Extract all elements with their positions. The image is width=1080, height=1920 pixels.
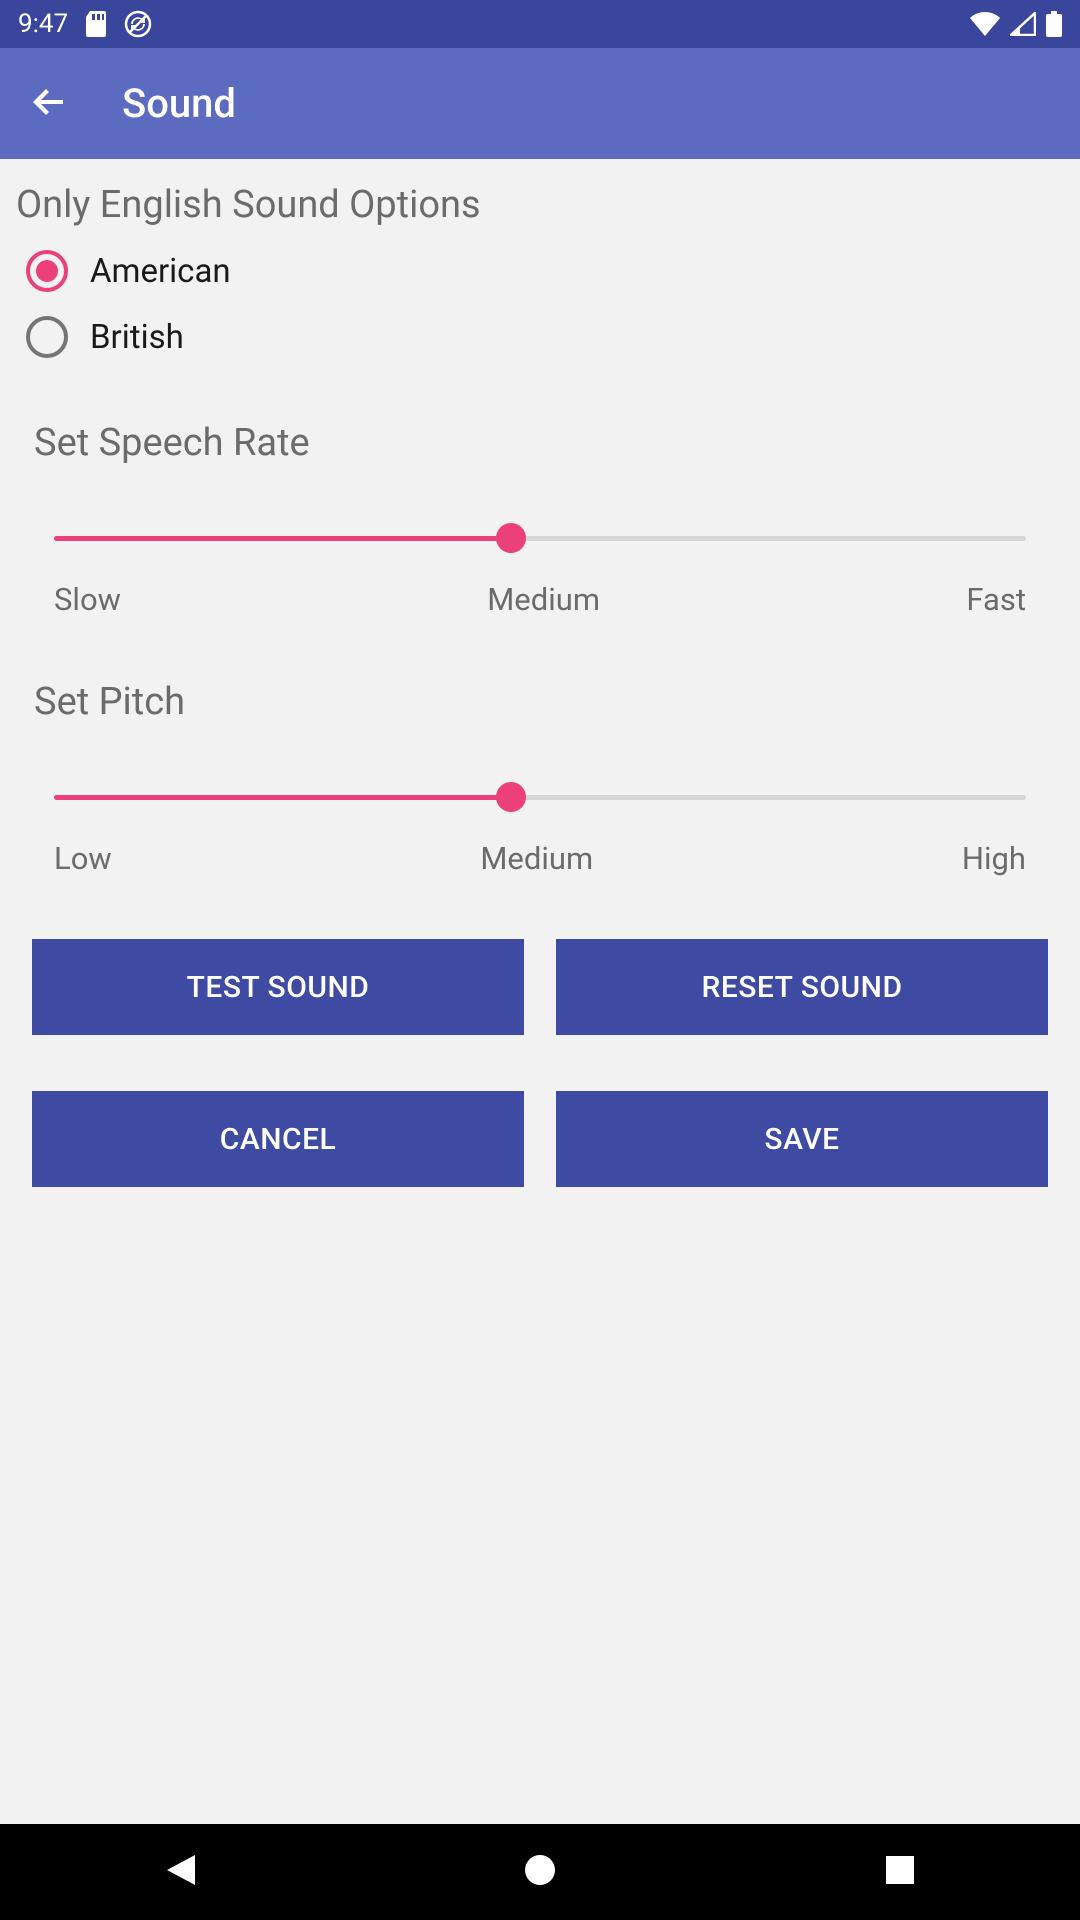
speech-rate-heading: Set Speech Rate [34, 421, 1064, 465]
slider-label-mid: Medium [480, 840, 593, 877]
square-recent-icon [885, 1855, 915, 1889]
status-time: 9:47 [18, 9, 68, 39]
button-grid: TEST SOUND RESET SOUND [16, 939, 1064, 1035]
nav-recent-button[interactable] [876, 1848, 924, 1896]
app-bar: Sound [0, 48, 1080, 159]
slider-fill [54, 536, 511, 541]
pitch-slider-block: Low Medium High [16, 782, 1064, 877]
content: Only English Sound Options American Brit… [0, 159, 1080, 1187]
arrow-left-icon [29, 82, 69, 126]
pitch-slider[interactable] [54, 782, 1026, 812]
cancel-button[interactable]: CANCEL [32, 1091, 524, 1187]
cell-signal-icon [1010, 12, 1036, 36]
speech-rate-labels: Slow Medium Fast [54, 581, 1026, 618]
slider-label-high: Fast [966, 581, 1026, 618]
nav-home-button[interactable] [516, 1848, 564, 1896]
radio-label: British [90, 318, 184, 357]
speech-rate-slider[interactable] [54, 523, 1026, 553]
pitch-labels: Low Medium High [54, 840, 1026, 877]
slider-label-low: Slow [54, 581, 121, 618]
sd-card-icon [84, 11, 108, 37]
radio-label: American [90, 252, 231, 291]
accent-radio-group: American British [16, 245, 1064, 363]
back-button[interactable] [24, 79, 74, 129]
radio-american[interactable]: American [26, 245, 1064, 297]
circle-home-icon [523, 1853, 557, 1891]
radio-unchecked-icon [26, 316, 68, 358]
sound-options-heading: Only English Sound Options [16, 183, 1064, 227]
pitch-heading: Set Pitch [34, 680, 1064, 724]
nav-back-button[interactable] [156, 1848, 204, 1896]
reset-sound-button[interactable]: RESET SOUND [556, 939, 1048, 1035]
slider-fill [54, 795, 511, 800]
nav-bar [0, 1824, 1080, 1920]
status-left: 9:47 [18, 9, 152, 39]
slider-label-high: High [962, 840, 1026, 877]
slider-thumb[interactable] [496, 523, 526, 553]
status-right [970, 11, 1062, 37]
save-button[interactable]: SAVE [556, 1091, 1048, 1187]
test-sound-button[interactable]: TEST SOUND [32, 939, 524, 1035]
button-grid-2: CANCEL SAVE [16, 1091, 1064, 1187]
wifi-icon [970, 12, 1000, 36]
radio-checked-icon [26, 250, 68, 292]
slider-thumb[interactable] [496, 782, 526, 812]
radio-british[interactable]: British [26, 311, 1064, 363]
speech-rate-slider-block: Slow Medium Fast [16, 523, 1064, 618]
page-title: Sound [122, 80, 236, 127]
status-bar: 9:47 [0, 0, 1080, 48]
no-sync-icon [124, 10, 152, 38]
slider-label-low: Low [54, 840, 112, 877]
triangle-back-icon [164, 1853, 196, 1891]
battery-icon [1046, 11, 1062, 37]
slider-label-mid: Medium [487, 581, 600, 618]
